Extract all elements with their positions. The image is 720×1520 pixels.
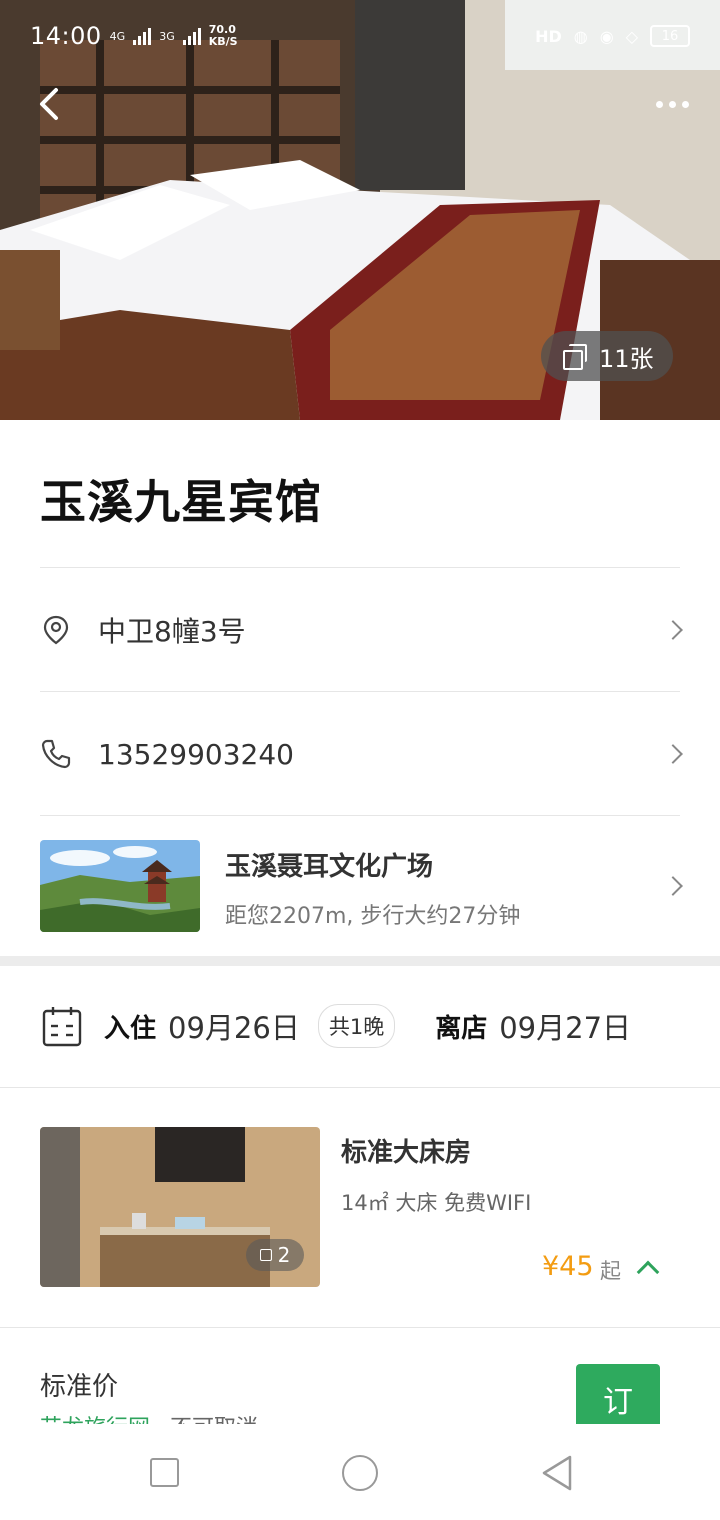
phone-row[interactable]: 13529903240 <box>40 692 683 816</box>
rate-plan-row: 标准价 艺龙旅行网 不可取消 订 <box>0 1328 720 1424</box>
chevron-right-icon <box>663 744 683 764</box>
room-card[interactable]: 2 标准大床房 14㎡ 大床 免费WIFI ¥45 起 <box>40 1127 680 1287</box>
shield-icon: ◇ <box>625 26 638 46</box>
hd-label: HD <box>535 26 562 46</box>
rate-plan-title: 标准价 <box>40 1372 119 1402</box>
wifi-call-icon: ◍ <box>573 26 588 46</box>
more-options-button[interactable] <box>648 82 696 126</box>
battery-icon: 16 <box>650 25 690 47</box>
network-3g-label: 3G <box>159 29 175 43</box>
chevron-right-icon <box>663 876 683 896</box>
top-nav <box>0 72 720 136</box>
photo-count-badge[interactable]: 11张 <box>541 331 673 381</box>
room-name: 标准大床房 <box>341 1138 472 1168</box>
hotel-photo-banner[interactable]: 14:00 4G 3G 70.0 KB/S HD ◍ ◉ ◇ 16 11张 <box>0 0 720 420</box>
status-time: 14:00 <box>30 22 102 50</box>
net-speed: 70.0 KB/S <box>209 24 238 48</box>
checkout-date[interactable]: 09月27日 <box>499 1005 631 1047</box>
landmark-thumbnail <box>40 840 200 932</box>
landmark-name: 玉溪聂耳文化广场 <box>225 852 434 882</box>
gallery-icon <box>259 1249 272 1261</box>
home-button[interactable] <box>342 1455 378 1491</box>
calendar-icon <box>42 1007 82 1047</box>
lock-icon: ◉ <box>599 26 614 46</box>
address-row[interactable]: 中卫8幢3号 <box>40 568 683 692</box>
status-icons: HD ◍ ◉ ◇ 16 <box>535 25 690 47</box>
nights-badge: 共1晚 <box>317 1004 396 1048</box>
checkin-label: 入住 <box>104 1013 157 1044</box>
gallery-icon <box>563 344 587 370</box>
dot-icon <box>668 100 676 108</box>
divider <box>0 1087 720 1088</box>
chevron-right-icon <box>663 620 683 640</box>
checkout-label: 离店 <box>435 1013 488 1044</box>
room-thumbnail[interactable]: 2 <box>40 1127 320 1287</box>
nearby-landmark-row[interactable]: 玉溪聂耳文化广场 距您2207m, 步行大约27分钟 <box>40 816 683 956</box>
location-pin-icon <box>43 615 69 645</box>
hotel-name: 玉溪九星宾馆 <box>40 475 322 529</box>
room-description: 14㎡ 大床 免费WIFI <box>341 1191 532 1215</box>
price-suffix: 起 <box>600 1259 621 1283</box>
cancel-policy: 不可取消 <box>170 1416 258 1424</box>
rate-plan-info: 艺龙旅行网 不可取消 <box>40 1410 258 1424</box>
landmark-distance: 距您2207m, 步行大约27分钟 <box>225 904 521 929</box>
room-photo-count: 2 <box>246 1239 304 1271</box>
phone-number: 13529903240 <box>98 737 294 771</box>
room-photo-count-value: 2 <box>277 1243 291 1267</box>
dot-icon <box>655 100 663 108</box>
checkin-date[interactable]: 09月26日 <box>168 1005 300 1047</box>
book-button[interactable]: 订 <box>576 1364 660 1424</box>
signal-icon <box>133 27 152 45</box>
recent-apps-button[interactable] <box>150 1458 179 1487</box>
stay-dates-row[interactable]: 入住 09月26日 共1晚 离店 09月27日 <box>40 966 720 1086</box>
system-nav-bar <box>0 1424 720 1520</box>
status-bar: 14:00 4G 3G 70.0 KB/S HD ◍ ◉ ◇ 16 <box>0 0 720 72</box>
room-price: ¥45 <box>542 1251 594 1282</box>
dot-icon <box>681 100 689 108</box>
back-arrow-icon <box>40 88 58 120</box>
net-speed-unit: KB/S <box>208 35 238 48</box>
rate-plan-source: 艺龙旅行网 <box>40 1416 150 1424</box>
network-4g-label: 4G <box>109 29 126 43</box>
collapse-chevron-icon[interactable] <box>636 1260 660 1284</box>
section-separator <box>0 956 720 966</box>
signal-icon <box>182 27 201 45</box>
photo-count-label: 11张 <box>599 344 654 373</box>
phone-icon <box>41 739 71 769</box>
address-text: 中卫8幢3号 <box>98 615 246 648</box>
system-back-button[interactable] <box>540 1454 574 1492</box>
back-button[interactable] <box>30 82 74 126</box>
battery-level: 16 <box>661 28 679 44</box>
